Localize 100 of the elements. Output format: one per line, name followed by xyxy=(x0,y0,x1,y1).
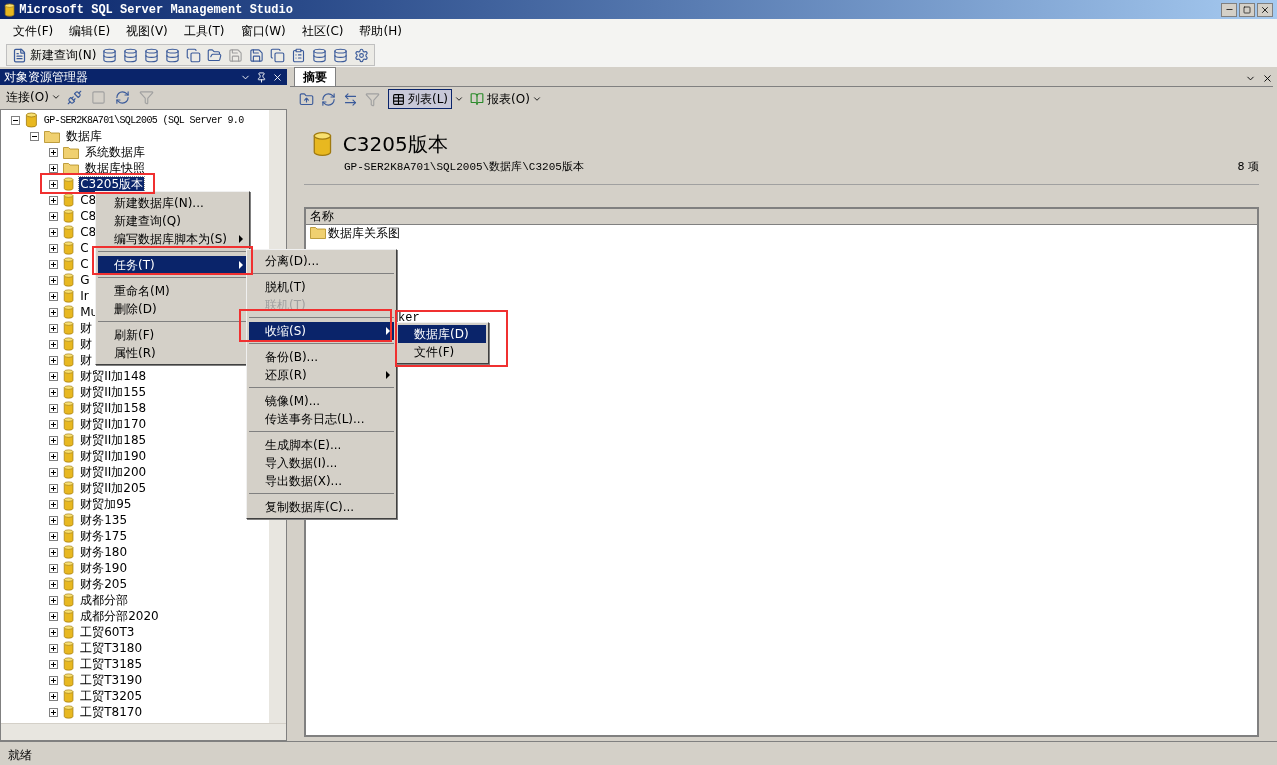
tree-item[interactable]: 财务135 xyxy=(79,512,129,528)
expand-icon[interactable] xyxy=(49,419,58,429)
expand-icon[interactable] xyxy=(49,211,58,221)
expand-icon[interactable] xyxy=(49,643,58,653)
expand-icon[interactable] xyxy=(49,531,58,541)
close-icon[interactable] xyxy=(272,71,283,83)
menu-bar-item[interactable]: 工具(T) xyxy=(178,22,230,40)
column-header[interactable]: 名称 xyxy=(306,208,1257,225)
tree-item[interactable]: C3205版本 xyxy=(79,176,145,192)
menu-item[interactable]: 导出数据(X)... xyxy=(249,472,394,490)
tree-item[interactable]: 财务205 xyxy=(79,576,129,592)
tree-item[interactable]: 财贸II加200 xyxy=(79,464,148,480)
horizontal-scrollbar[interactable] xyxy=(1,723,286,740)
expand-icon[interactable] xyxy=(49,627,58,637)
menu-item[interactable]: 复制数据库(C)... xyxy=(249,498,394,516)
menu-item[interactable]: 数据库(D) xyxy=(398,325,486,343)
expand-icon[interactable] xyxy=(49,707,58,717)
dropdown-icon[interactable] xyxy=(454,94,465,104)
tree-item[interactable]: 成都分部2020 xyxy=(79,608,160,624)
menu-item[interactable]: 传送事务日志(L)... xyxy=(249,410,394,428)
tree-item[interactable]: 财贸加95 xyxy=(79,496,133,512)
tree-item[interactable]: C8 xyxy=(79,224,98,240)
expand-icon[interactable] xyxy=(49,595,58,605)
tree-item[interactable]: 财 xyxy=(79,352,94,368)
tree-item[interactable]: GP-SER2K8A701\SQL2005 (SQL Server 9.0 xyxy=(42,112,245,128)
tree-item[interactable]: C xyxy=(79,240,90,256)
expand-icon[interactable] xyxy=(49,163,58,173)
tree-item[interactable]: 工贸T3205 xyxy=(79,688,144,704)
document-tab[interactable]: 摘要 xyxy=(294,67,336,86)
tree-item[interactable]: 财务175 xyxy=(79,528,129,544)
expand-icon[interactable] xyxy=(49,243,58,253)
menu-item[interactable]: 镜像(M)... xyxy=(249,392,394,410)
tree-item[interactable]: 财贸II加185 xyxy=(79,432,148,448)
tree-item[interactable]: 系统数据库 xyxy=(84,144,146,160)
tree-item[interactable]: 工贸T3185 xyxy=(79,656,144,672)
tree-item[interactable]: 财务190 xyxy=(79,560,129,576)
menu-item[interactable]: 还原(R) xyxy=(249,366,394,384)
tree-item[interactable]: 财贸II加158 xyxy=(79,400,148,416)
close-icon[interactable] xyxy=(1262,73,1273,84)
expand-icon[interactable] xyxy=(49,195,58,205)
tree-item[interactable]: 工贸T8170 xyxy=(79,704,144,720)
expand-icon[interactable] xyxy=(49,659,58,669)
tree-item[interactable]: G xyxy=(79,272,91,288)
menu-bar-item[interactable]: 帮助(H) xyxy=(354,22,407,40)
expand-icon[interactable] xyxy=(49,291,58,301)
menu-bar-item[interactable]: 窗口(W) xyxy=(235,22,291,40)
expand-icon[interactable] xyxy=(49,371,58,381)
menu-bar-item[interactable]: 社区(C) xyxy=(296,22,349,40)
menu-item[interactable]: 收缩(S) xyxy=(249,322,394,340)
close-button[interactable] xyxy=(1257,2,1273,17)
expand-icon[interactable] xyxy=(49,227,58,237)
dropdown-icon[interactable] xyxy=(531,94,542,104)
tree-item[interactable]: Ir xyxy=(79,288,90,304)
expand-icon[interactable] xyxy=(49,275,58,285)
menu-item[interactable]: 分离(D)... xyxy=(249,252,394,270)
tree-item[interactable]: 财贸II加155 xyxy=(79,384,148,400)
tree-item[interactable]: C8 xyxy=(79,208,98,224)
menu-item[interactable]: 属性(R) xyxy=(98,344,247,362)
tree-item[interactable]: 财贸II加190 xyxy=(79,448,148,464)
tree-item[interactable]: 成都分部 xyxy=(79,592,130,608)
expand-icon[interactable] xyxy=(49,467,58,477)
collapse-icon[interactable] xyxy=(11,115,20,125)
tree-item[interactable]: 财贸II加148 xyxy=(79,368,148,384)
expand-icon[interactable] xyxy=(49,499,58,509)
tree-item[interactable]: 财贸II加205 xyxy=(79,480,148,496)
new-query-button[interactable]: 新建查询(N) xyxy=(10,46,99,64)
connect-button[interactable]: 连接(O) xyxy=(6,88,61,106)
expand-icon[interactable] xyxy=(49,307,58,317)
list-item[interactable]: ker xyxy=(398,312,420,323)
minimize-button[interactable] xyxy=(1221,2,1237,17)
expand-icon[interactable] xyxy=(49,547,58,557)
expand-icon[interactable] xyxy=(49,579,58,589)
menu-bar-item[interactable]: 编辑(E) xyxy=(64,22,116,40)
expand-icon[interactable] xyxy=(49,339,58,349)
menu-item[interactable]: 新建查询(Q) xyxy=(98,212,247,230)
menu-item[interactable]: 导入数据(I)... xyxy=(249,454,394,472)
menu-item[interactable]: 脱机(T) xyxy=(249,278,394,296)
menu-item[interactable]: 生成脚本(E)... xyxy=(249,436,394,454)
expand-icon[interactable] xyxy=(49,675,58,685)
menu-item[interactable]: 任务(T) xyxy=(98,256,247,274)
tree-item[interactable]: 财务180 xyxy=(79,544,129,560)
expand-icon[interactable] xyxy=(49,515,58,525)
list-item[interactable]: 数据库关系图 xyxy=(328,223,400,242)
list-view-button[interactable]: 列表(L) xyxy=(388,89,453,109)
tree-item[interactable]: 工贸T3180 xyxy=(79,640,144,656)
expand-icon[interactable] xyxy=(49,259,58,269)
expand-icon[interactable] xyxy=(49,611,58,621)
tree-item[interactable]: 财 xyxy=(79,336,94,352)
expand-icon[interactable] xyxy=(49,355,58,365)
expand-icon[interactable] xyxy=(49,451,58,461)
tree-item[interactable]: 工贸60T3 xyxy=(79,624,136,640)
expand-icon[interactable] xyxy=(49,563,58,573)
expand-icon[interactable] xyxy=(49,387,58,397)
pin-icon[interactable] xyxy=(256,71,267,83)
tree-item[interactable]: C8 xyxy=(79,192,98,208)
report-button[interactable]: 报表(O) xyxy=(470,90,530,108)
menu-bar-item[interactable]: 视图(V) xyxy=(121,22,173,40)
expand-icon[interactable] xyxy=(49,691,58,701)
expand-icon[interactable] xyxy=(49,179,58,189)
menu-item[interactable]: 编写数据库脚本为(S) xyxy=(98,230,247,248)
